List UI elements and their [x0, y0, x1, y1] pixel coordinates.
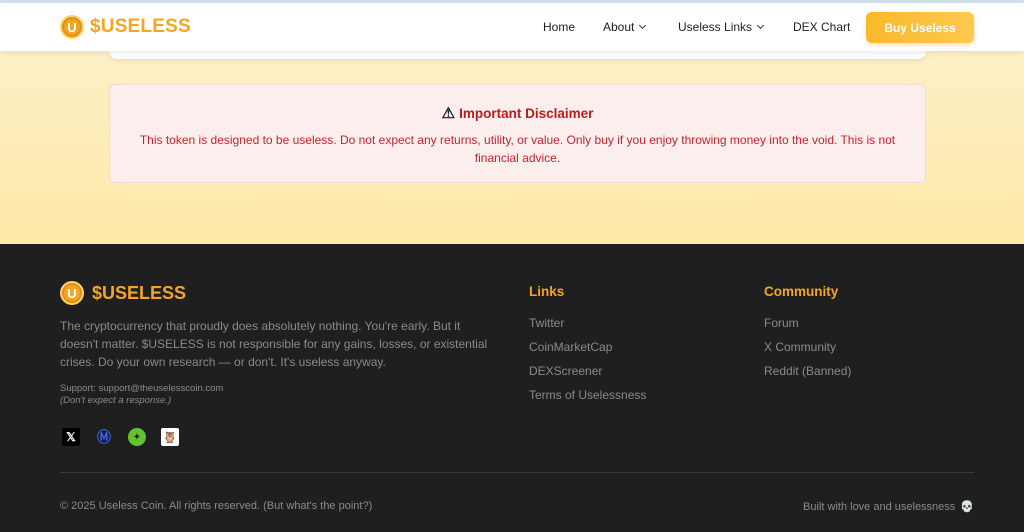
- footer-link-terms[interactable]: Terms of Uselessness: [529, 388, 646, 412]
- coinmarketcap-icon[interactable]: Ⓜ: [95, 428, 113, 446]
- disclaimer-title-row: ⚠ Important Disclaimer: [110, 104, 925, 122]
- site-header: U $USELESS Home About Useless Links DEX …: [0, 3, 1024, 51]
- nav-about-label: About: [603, 20, 635, 34]
- footer-built-with: Built with love and uselessness 💀: [803, 500, 974, 514]
- footer-link-x-community[interactable]: X Community: [764, 340, 851, 364]
- buy-useless-button[interactable]: Buy Useless: [866, 12, 974, 43]
- footer-copyright: © 2025 Useless Coin. All rights reserved…: [60, 500, 373, 512]
- header-logo[interactable]: U $USELESS: [60, 15, 191, 39]
- nav-useless-links-label: Useless Links: [678, 20, 753, 34]
- warning-icon: ⚠: [441, 105, 456, 122]
- disclaimer-title: Important Disclaimer: [459, 105, 594, 121]
- coin-logo-icon: U: [60, 281, 84, 305]
- footer-logo: U $USELESS: [60, 281, 186, 305]
- bird-icon[interactable]: 🦉: [161, 428, 179, 446]
- footer-links-list: Twitter CoinMarketCap DEXScreener Terms …: [529, 316, 646, 412]
- site-footer: U $USELESS The cryptocurrency that proud…: [0, 244, 1024, 532]
- footer-community-title: Community: [764, 284, 839, 299]
- chevron-down-icon: [756, 21, 765, 30]
- dexscreener-icon[interactable]: ✦: [128, 428, 146, 446]
- footer-link-twitter[interactable]: Twitter: [529, 316, 646, 340]
- footer-divider: [60, 472, 974, 473]
- footer-links-title: Links: [529, 284, 565, 299]
- built-with-text: Built with love and uselessness: [803, 500, 956, 513]
- footer-link-dexscreener[interactable]: DEXScreener: [529, 364, 646, 388]
- footer-link-forum[interactable]: Forum: [764, 316, 851, 340]
- footer-support: Support: support@theuselesscoin.com (Don…: [60, 383, 223, 407]
- social-links: 𝕏 Ⓜ ✦ 🦉: [62, 428, 194, 446]
- nav-dex-chart-label: DEX Chart: [793, 20, 851, 34]
- nav-home-label: Home: [543, 20, 576, 34]
- footer-brand: $USELESS: [92, 282, 187, 303]
- support-email[interactable]: Support: support@theuselesscoin.com: [60, 383, 223, 395]
- footer-description: The cryptocurrency that proudly does abs…: [60, 319, 488, 369]
- footer-link-coinmarketcap[interactable]: CoinMarketCap: [529, 340, 646, 364]
- nav-dex-chart[interactable]: DEX Chart: [793, 20, 850, 34]
- disclaimer-box: ⚠ Important Disclaimer This token is des…: [109, 84, 926, 183]
- chevron-down-icon: [639, 21, 647, 30]
- footer-community-list: Forum X Community Reddit (Banned): [764, 316, 851, 388]
- skull-icon: 💀: [960, 501, 974, 513]
- support-note: (Don't expect a response.): [60, 395, 172, 406]
- main-section: ⚠ Important Disclaimer This token is des…: [0, 51, 1024, 244]
- coin-logo-icon: U: [60, 15, 84, 39]
- nav-about[interactable]: About: [603, 20, 647, 34]
- x-icon[interactable]: 𝕏: [62, 428, 80, 446]
- header-brand: $USELESS: [90, 16, 191, 37]
- nav-home[interactable]: Home: [543, 20, 575, 34]
- disclaimer-text: This token is designed to be useless. Do…: [139, 133, 896, 165]
- content-card-bottom: [109, 51, 926, 59]
- footer-link-reddit[interactable]: Reddit (Banned): [764, 364, 851, 388]
- nav-useless-links[interactable]: Useless Links: [678, 20, 765, 34]
